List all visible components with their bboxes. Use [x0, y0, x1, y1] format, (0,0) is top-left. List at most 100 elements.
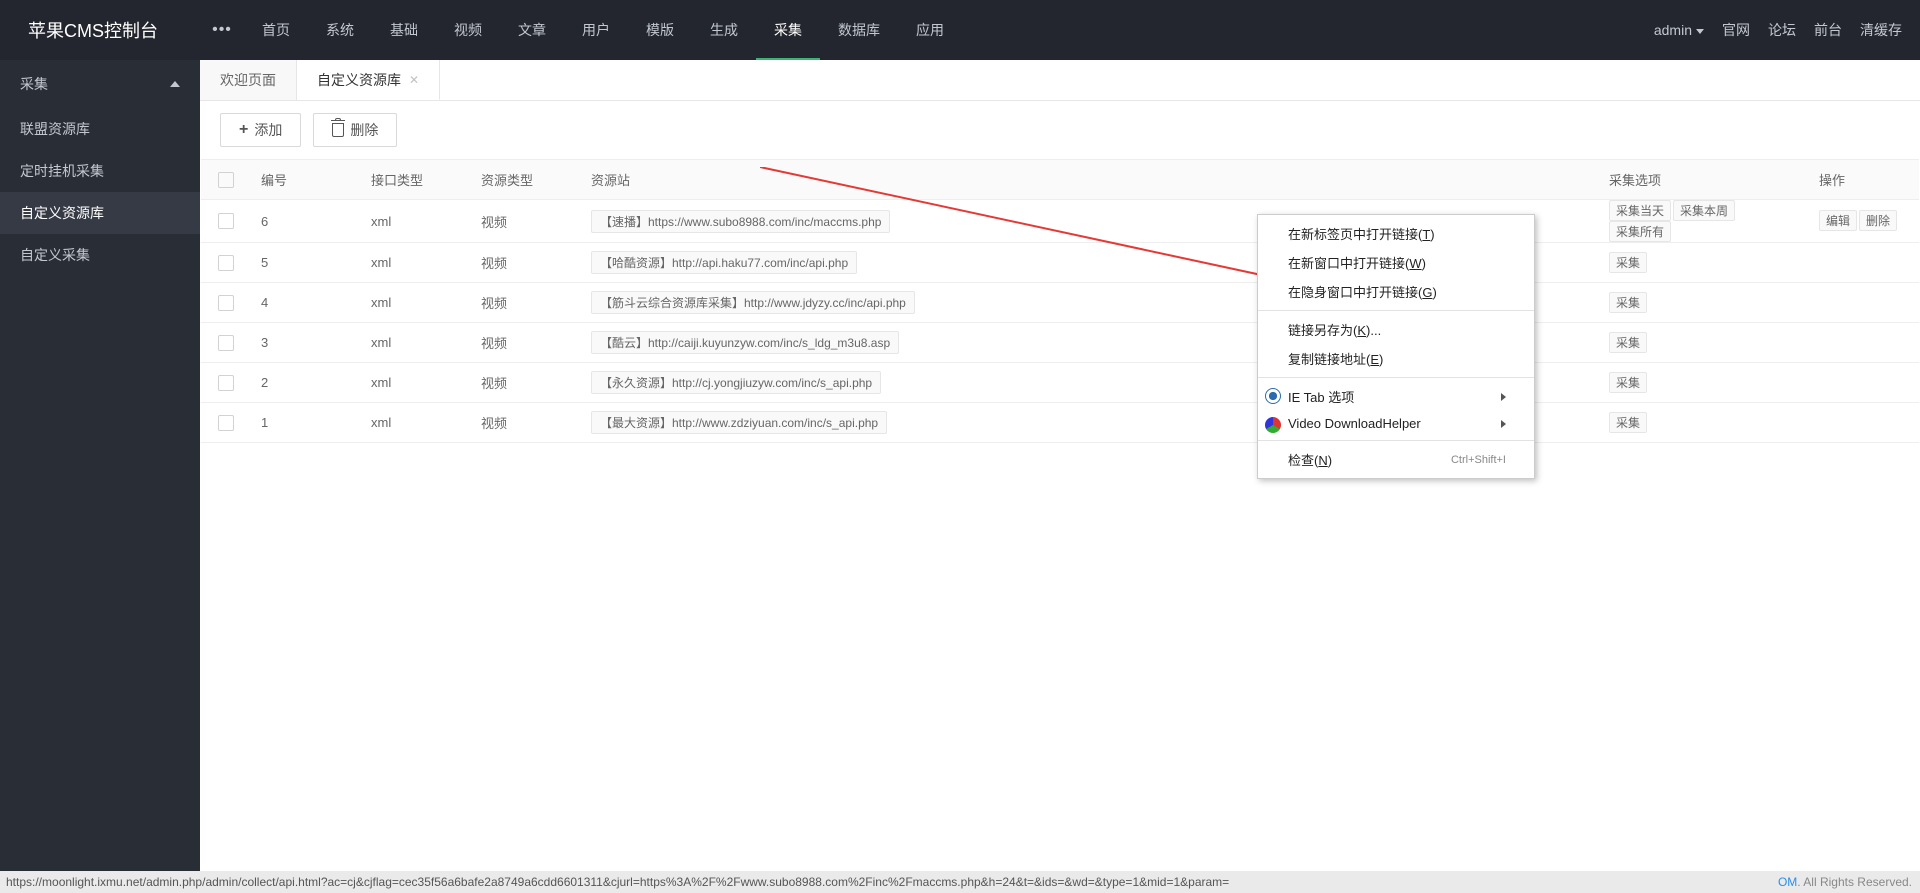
cell-collect: 采集 — [1599, 363, 1809, 403]
ctx-copy-link[interactable]: 复制链接地址(E) — [1258, 344, 1534, 373]
sidebar-item[interactable]: 自定义采集 — [0, 234, 200, 276]
table-row: 3xml视频【酷云】http://caiji.kuyunzyw.com/inc/… — [201, 323, 1919, 363]
ctx-open-new-tab[interactable]: 在新标签页中打开链接(T) — [1258, 219, 1534, 248]
cell-id: 3 — [251, 323, 361, 363]
sidebar-head[interactable]: 采集 — [0, 60, 200, 108]
topnav-item[interactable]: 用户 — [564, 0, 628, 60]
ctx-video-downloadhelper[interactable]: Video DownloadHelper — [1258, 411, 1534, 436]
resource-site-link[interactable]: 【哈酷资源】http://api.haku77.com/inc/api.php — [591, 251, 857, 274]
cell-ops — [1809, 363, 1919, 403]
cell-ops — [1809, 323, 1919, 363]
resource-site-link[interactable]: 【筋斗云综合资源库采集】http://www.jdyzy.cc/inc/api.… — [591, 291, 915, 314]
topnav-item[interactable]: 生成 — [692, 0, 756, 60]
ops-button[interactable]: 删除 — [1859, 210, 1897, 231]
table-row: 4xml视频【筋斗云综合资源库采集】http://www.jdyzy.cc/in… — [201, 283, 1919, 323]
ctx-separator — [1258, 310, 1534, 311]
cell-iface: xml — [361, 243, 471, 283]
cell-iface: xml — [361, 363, 471, 403]
cell-id: 6 — [251, 200, 361, 243]
toolbar: + 添加 删除 — [200, 101, 1920, 159]
th-collect: 采集选项 — [1599, 160, 1809, 200]
chevron-up-icon — [170, 81, 180, 87]
ctx-save-link-as[interactable]: 链接另存为(K)... — [1258, 315, 1534, 344]
collect-button[interactable]: 采集 — [1609, 412, 1647, 433]
topnav-item[interactable]: 数据库 — [820, 0, 898, 60]
tab[interactable]: 欢迎页面 — [200, 60, 297, 100]
row-checkbox[interactable] — [218, 255, 234, 271]
row-checkbox[interactable] — [218, 295, 234, 311]
cell-id: 4 — [251, 283, 361, 323]
topnav-item[interactable]: 采集 — [756, 0, 820, 60]
select-all-checkbox[interactable] — [218, 172, 234, 188]
link-论坛[interactable]: 论坛 — [1768, 20, 1796, 40]
cell-iface: xml — [361, 323, 471, 363]
topnav-item[interactable]: 应用 — [898, 0, 962, 60]
topnav-item[interactable]: 系统 — [308, 0, 372, 60]
admin-menu[interactable]: admin — [1654, 22, 1704, 38]
sidebar-item[interactable]: 定时挂机采集 — [0, 150, 200, 192]
ctx-open-new-window[interactable]: 在新窗口中打开链接(W) — [1258, 248, 1534, 277]
row-checkbox[interactable] — [218, 375, 234, 391]
cell-rtype: 视频 — [471, 363, 581, 403]
resource-site-link[interactable]: 【永久资源】http://cj.yongjiuzyw.com/inc/s_api… — [591, 371, 881, 394]
footer-rights: OM. All Rights Reserved. — [1778, 875, 1912, 889]
status-url: https://moonlight.ixmu.net/admin.php/adm… — [6, 875, 1229, 889]
sidebar-item[interactable]: 联盟资源库 — [0, 108, 200, 150]
cell-collect: 采集 — [1599, 323, 1809, 363]
ctx-ie-tab[interactable]: IE Tab 选项 — [1258, 382, 1534, 411]
collect-button[interactable]: 采集 — [1609, 252, 1647, 273]
cell-id: 5 — [251, 243, 361, 283]
table-row: 1xml视频【最大资源】http://www.zdziyuan.com/inc/… — [201, 403, 1919, 443]
th-site: 资源站 — [581, 160, 1599, 200]
cell-rtype: 视频 — [471, 403, 581, 443]
cell-ops — [1809, 403, 1919, 443]
topnav-item[interactable]: 首页 — [244, 0, 308, 60]
more-icon[interactable]: ••• — [200, 21, 244, 39]
resource-site-link[interactable]: 【速播】https://www.subo8988.com/inc/maccms.… — [591, 210, 890, 233]
content-area: 欢迎页面自定义资源库✕ + 添加 删除 编号 接口类型 — [200, 60, 1920, 893]
row-checkbox[interactable] — [218, 335, 234, 351]
delete-button[interactable]: 删除 — [313, 113, 397, 147]
ctx-inspect[interactable]: 检查(N) Ctrl+Shift+I — [1258, 445, 1534, 474]
tab-bar: 欢迎页面自定义资源库✕ — [200, 60, 1920, 101]
link-清缓存[interactable]: 清缓存 — [1860, 20, 1902, 40]
th-iface: 接口类型 — [361, 160, 471, 200]
close-icon[interactable]: ✕ — [409, 60, 419, 100]
collect-button[interactable]: 采集 — [1609, 372, 1647, 393]
resource-site-link[interactable]: 【最大资源】http://www.zdziyuan.com/inc/s_api.… — [591, 411, 887, 434]
collect-button[interactable]: 采集 — [1609, 332, 1647, 353]
row-checkbox[interactable] — [218, 213, 234, 229]
collect-button[interactable]: 采集所有 — [1609, 221, 1671, 242]
collect-button[interactable]: 采集当天 — [1609, 200, 1671, 221]
cell-ops — [1809, 283, 1919, 323]
resource-site-link[interactable]: 【酷云】http://caiji.kuyunzyw.com/inc/s_ldg_… — [591, 331, 899, 354]
cell-rtype: 视频 — [471, 283, 581, 323]
table-row: 5xml视频【哈酷资源】http://api.haku77.com/inc/ap… — [201, 243, 1919, 283]
ie-tab-icon — [1265, 388, 1281, 404]
collect-button[interactable]: 采集 — [1609, 292, 1647, 313]
topnav-item[interactable]: 基础 — [372, 0, 436, 60]
link-前台[interactable]: 前台 — [1814, 20, 1842, 40]
collect-button[interactable]: 采集本周 — [1673, 200, 1735, 221]
ctx-open-incognito[interactable]: 在隐身窗口中打开链接(G) — [1258, 277, 1534, 306]
sidebar-item[interactable]: 自定义资源库 — [0, 192, 200, 234]
th-rtype: 资源类型 — [471, 160, 581, 200]
link-官网[interactable]: 官网 — [1722, 20, 1750, 40]
header-right-links: admin 官网 论坛 前台 清缓存 — [1654, 20, 1920, 40]
cell-rtype: 视频 — [471, 323, 581, 363]
topnav-item[interactable]: 模版 — [628, 0, 692, 60]
topnav-item[interactable]: 视频 — [436, 0, 500, 60]
row-checkbox[interactable] — [218, 415, 234, 431]
tab-label: 自定义资源库 — [317, 60, 401, 100]
resource-table: 编号 接口类型 资源类型 资源站 采集选项 操作 6xml视频【速播】https… — [201, 159, 1919, 443]
trash-icon — [332, 123, 344, 137]
topnav-item[interactable]: 文章 — [500, 0, 564, 60]
cell-collect: 采集 — [1599, 243, 1809, 283]
table-row: 6xml视频【速播】https://www.subo8988.com/inc/m… — [201, 200, 1919, 243]
add-button[interactable]: + 添加 — [220, 113, 301, 147]
th-id: 编号 — [251, 160, 361, 200]
cell-collect: 采集 — [1599, 403, 1809, 443]
cell-ops — [1809, 243, 1919, 283]
tab[interactable]: 自定义资源库✕ — [297, 60, 440, 100]
ops-button[interactable]: 编辑 — [1819, 210, 1857, 231]
